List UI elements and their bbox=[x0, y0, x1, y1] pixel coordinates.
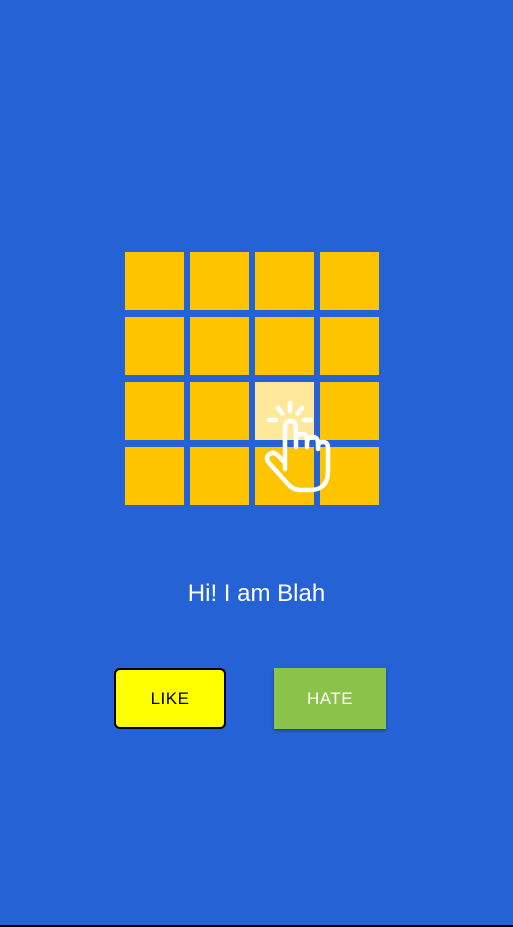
tile[interactable] bbox=[255, 447, 314, 505]
tile[interactable] bbox=[190, 252, 249, 310]
tile[interactable] bbox=[190, 317, 249, 375]
tile-highlighted[interactable] bbox=[255, 382, 314, 440]
tile[interactable] bbox=[320, 447, 379, 505]
tile[interactable] bbox=[255, 252, 314, 310]
hate-button-label: HATE bbox=[306, 688, 354, 708]
like-button-label: LIKE bbox=[150, 688, 190, 708]
greeting-text: Hi! I am Blah bbox=[187, 580, 326, 607]
tile[interactable] bbox=[125, 317, 184, 375]
tile[interactable] bbox=[125, 447, 184, 505]
hate-button[interactable]: HATE bbox=[274, 668, 386, 729]
tile[interactable] bbox=[320, 252, 379, 310]
tile[interactable] bbox=[255, 317, 314, 375]
tile[interactable] bbox=[190, 382, 249, 440]
tile-grid bbox=[125, 252, 379, 506]
tile[interactable] bbox=[320, 317, 379, 375]
game-screen: Hi! I am Blah LIKE HATE bbox=[0, 0, 513, 925]
tile[interactable] bbox=[190, 447, 249, 505]
like-button[interactable]: LIKE bbox=[114, 668, 226, 729]
tile[interactable] bbox=[125, 382, 184, 440]
tile[interactable] bbox=[125, 252, 184, 310]
tile[interactable] bbox=[320, 382, 379, 440]
